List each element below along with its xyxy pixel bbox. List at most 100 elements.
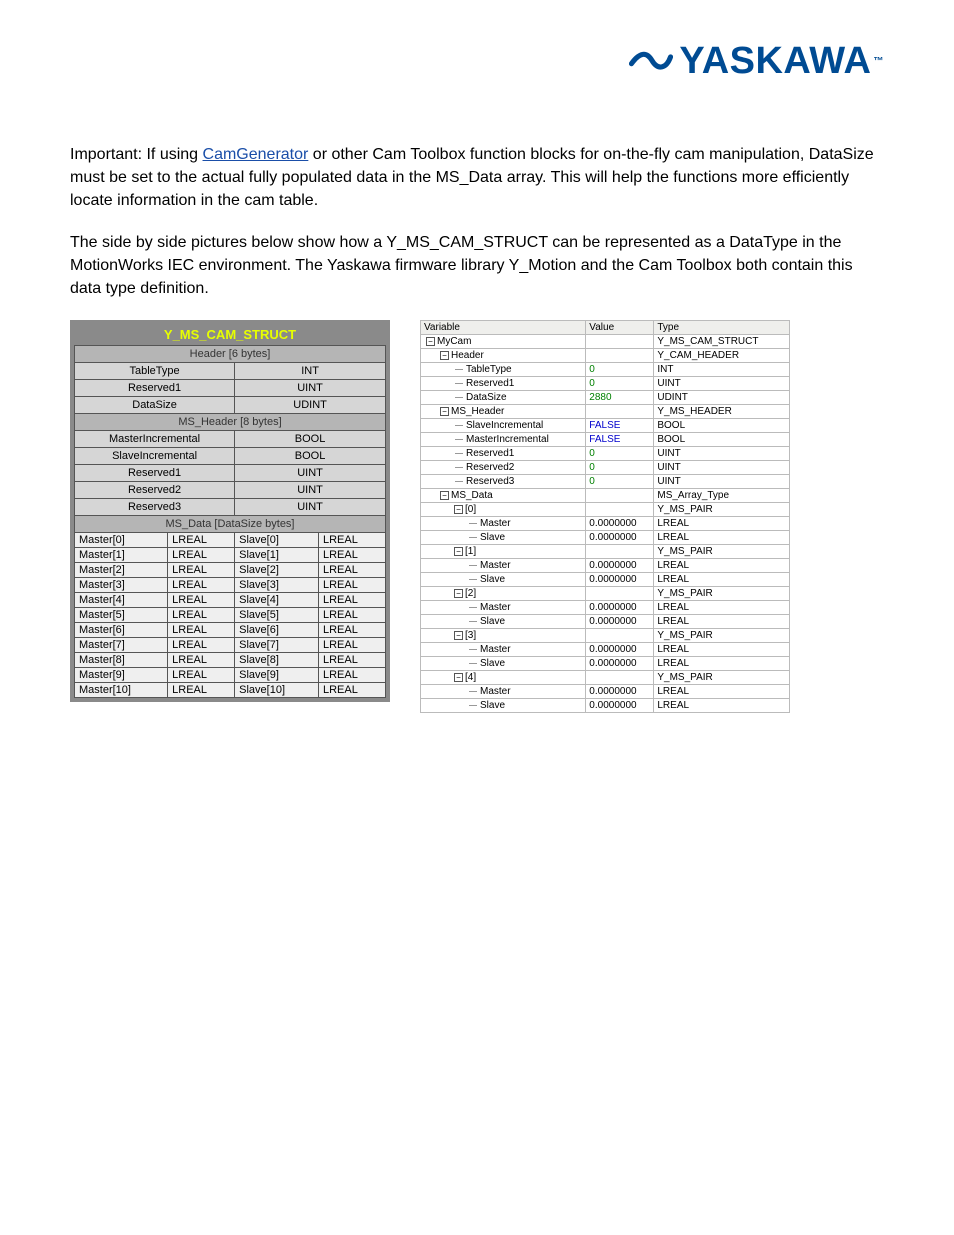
tree-dash-icon: [469, 579, 477, 580]
watch-var-name: [4]: [465, 672, 476, 683]
watch-row: Reserved30UINT: [421, 475, 790, 489]
watch-var-name: Master: [480, 644, 511, 655]
logo-row: YASKAWA™: [70, 40, 884, 83]
watch-type: Y_MS_CAM_STRUCT: [654, 335, 790, 349]
camgenerator-link[interactable]: CamGenerator: [203, 146, 309, 163]
struct-field: Reserved3: [75, 499, 235, 516]
watch-value: 0.0000000: [586, 657, 654, 671]
watch-var-name: Slave: [480, 532, 505, 543]
watch-value: 0: [586, 461, 654, 475]
watch-value: 0.0000000: [586, 615, 654, 629]
expand-icon[interactable]: −: [440, 407, 449, 416]
msdata-label: MS_Data [DataSize bytes]: [75, 516, 386, 533]
watch-value: 0.0000000: [586, 601, 654, 615]
watch-window: Variable Value Type −MyCamY_MS_CAM_STRUC…: [420, 320, 790, 713]
tree-dash-icon: [455, 369, 463, 370]
watch-col-variable: Variable: [421, 321, 586, 335]
watch-value: [586, 629, 654, 643]
expand-icon[interactable]: −: [454, 547, 463, 556]
struct-type: UINT: [235, 499, 386, 516]
msdata-slave-type: LREAL: [318, 683, 385, 698]
msdata-master-type: LREAL: [168, 623, 235, 638]
watch-var-name: Reserved1: [466, 448, 514, 459]
tree-dash-icon: [469, 649, 477, 650]
watch-var-name: Slave: [480, 616, 505, 627]
watch-value: 0.0000000: [586, 573, 654, 587]
watch-type: LREAL: [654, 531, 790, 545]
watch-type: Y_MS_PAIR: [654, 503, 790, 517]
watch-type: UINT: [654, 461, 790, 475]
tree-dash-icon: [469, 705, 477, 706]
watch-value: [586, 545, 654, 559]
watch-var-name: DataSize: [466, 392, 507, 403]
two-column-layout: Y_MS_CAM_STRUCT Header [6 bytes] TableTy…: [70, 320, 884, 713]
watch-value: 0: [586, 377, 654, 391]
struct-diagram: Y_MS_CAM_STRUCT Header [6 bytes] TableTy…: [70, 320, 390, 702]
watch-value: FALSE: [586, 433, 654, 447]
watch-value: 2880: [586, 391, 654, 405]
watch-type: UINT: [654, 447, 790, 461]
watch-type: UDINT: [654, 391, 790, 405]
watch-col-value: Value: [586, 321, 654, 335]
msdata-master-type: LREAL: [168, 578, 235, 593]
tree-dash-icon: [455, 439, 463, 440]
watch-value: 0.0000000: [586, 559, 654, 573]
msdata-master: Master[9]: [75, 668, 168, 683]
watch-var-name: Slave: [480, 700, 505, 711]
msdata-master-type: LREAL: [168, 593, 235, 608]
expand-icon[interactable]: −: [426, 337, 435, 346]
msdata-slave: Slave[8]: [235, 653, 319, 668]
msdata-master-type: LREAL: [168, 683, 235, 698]
tree-dash-icon: [469, 607, 477, 608]
msdata-slave: Slave[4]: [235, 593, 319, 608]
msdata-slave-type: LREAL: [318, 608, 385, 623]
expand-icon[interactable]: −: [454, 589, 463, 598]
watch-var-name: MS_Header: [451, 406, 504, 417]
watch-row: TableType 0INT: [421, 363, 790, 377]
msheader-label: MS_Header [8 bytes]: [75, 414, 386, 431]
msdata-slave: Slave[0]: [235, 533, 319, 548]
msdata-slave-type: LREAL: [318, 593, 385, 608]
msdata-master-type: LREAL: [168, 653, 235, 668]
struct-field: TableType: [75, 363, 235, 380]
expand-icon[interactable]: −: [454, 631, 463, 640]
watch-row: −[0]Y_MS_PAIR: [421, 503, 790, 517]
watch-row: Slave0.0000000LREAL: [421, 531, 790, 545]
msdata-slave-type: LREAL: [318, 533, 385, 548]
watch-var-name: MasterIncremental: [466, 434, 549, 445]
expand-icon[interactable]: −: [440, 351, 449, 360]
watch-value: 0.0000000: [586, 643, 654, 657]
msdata-slave: Slave[2]: [235, 563, 319, 578]
struct-field: Reserved2: [75, 482, 235, 499]
watch-var-name: TableType: [466, 364, 512, 375]
watch-row: Reserved10UINT: [421, 377, 790, 391]
watch-row: Master0.0000000LREAL: [421, 559, 790, 573]
tree-dash-icon: [469, 621, 477, 622]
msdata-master: Master[6]: [75, 623, 168, 638]
brand-logo: YASKAWA™: [629, 40, 884, 83]
msdata-slave: Slave[10]: [235, 683, 319, 698]
watch-row: −[4]Y_MS_PAIR: [421, 671, 790, 685]
msdata-slave-type: LREAL: [318, 578, 385, 593]
logo-text: YASKAWA: [679, 40, 871, 83]
msdata-slave: Slave[3]: [235, 578, 319, 593]
watch-type: LREAL: [654, 517, 790, 531]
struct-type: INT: [235, 363, 386, 380]
msdata-master-type: LREAL: [168, 563, 235, 578]
watch-value: [586, 349, 654, 363]
msdata-master-type: LREAL: [168, 638, 235, 653]
msdata-master-type: LREAL: [168, 608, 235, 623]
watch-value: [586, 503, 654, 517]
watch-row: Master0.0000000LREAL: [421, 517, 790, 531]
expand-icon[interactable]: −: [440, 491, 449, 500]
watch-value: 0: [586, 363, 654, 377]
msdata-master: Master[5]: [75, 608, 168, 623]
watch-type: INT: [654, 363, 790, 377]
expand-icon[interactable]: −: [454, 673, 463, 682]
expand-icon[interactable]: −: [454, 505, 463, 514]
watch-type: UINT: [654, 475, 790, 489]
watch-value: [586, 671, 654, 685]
watch-type: LREAL: [654, 559, 790, 573]
watch-row: DataSize 2880UDINT: [421, 391, 790, 405]
tree-dash-icon: [455, 481, 463, 482]
